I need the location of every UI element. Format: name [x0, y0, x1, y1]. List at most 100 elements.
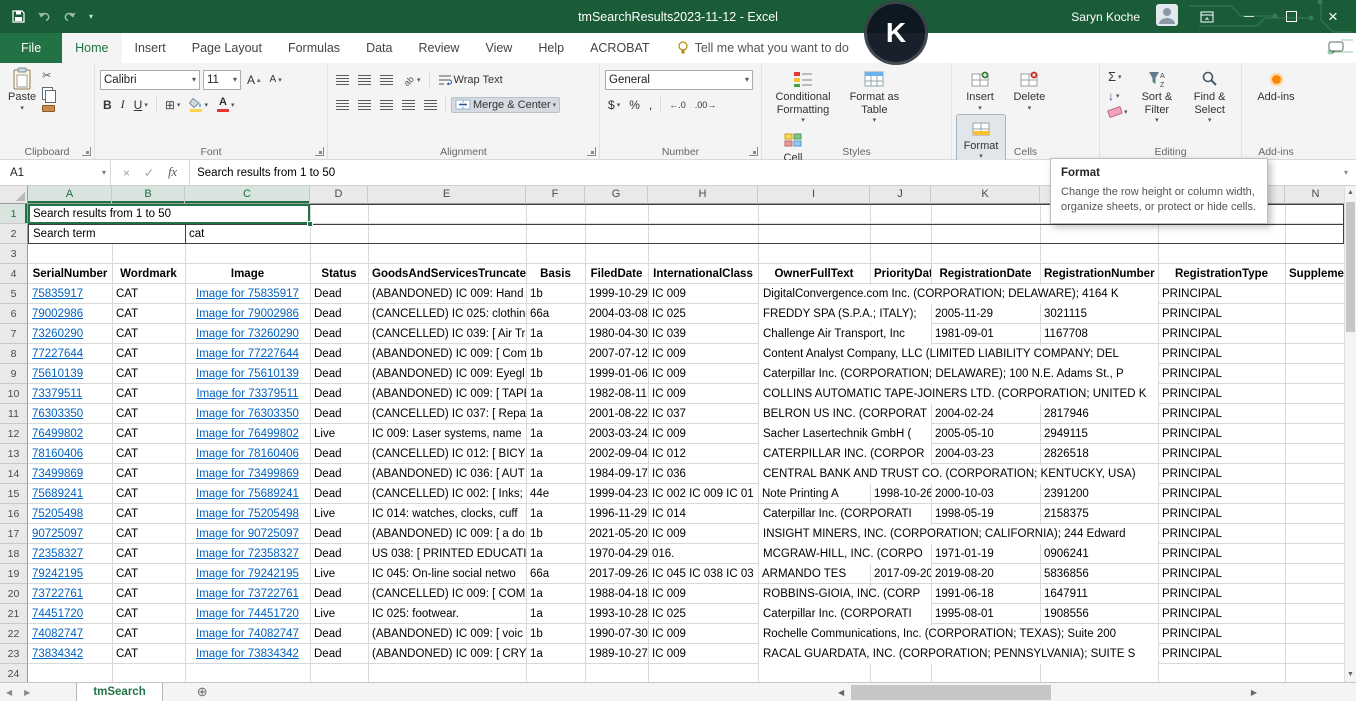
cell-H19[interactable]: IC 045 IC 038 IC 03 — [648, 564, 758, 584]
cell-M7[interactable]: PRINCIPAL — [1158, 324, 1285, 344]
cell-link-C17[interactable]: Image for 90725097 — [185, 524, 310, 544]
borders-button[interactable]: ⊞ ▾ — [162, 97, 184, 113]
cell-G21[interactable]: 1993-10-28 — [585, 604, 648, 624]
number-format-select[interactable]: General ▾ — [605, 69, 753, 90]
cell-C4[interactable]: Image — [185, 264, 310, 284]
cell-E6[interactable]: (CANCELLED) IC 025: clothing — [368, 304, 526, 324]
cell-E14[interactable]: (ABANDONED) IC 036: [ AUT — [368, 464, 526, 484]
decrease-indent-button[interactable] — [399, 99, 418, 111]
font-color-button[interactable]: A ▾ — [214, 96, 238, 113]
row-header-12[interactable]: 12 — [0, 424, 28, 444]
scroll-down-button[interactable]: ▼ — [1345, 668, 1356, 682]
comment-icon[interactable] — [1328, 33, 1356, 63]
row-header-2[interactable]: 2 — [0, 224, 28, 244]
cell-F22[interactable]: 1b — [526, 624, 585, 644]
cell-H14[interactable]: IC 036 — [648, 464, 758, 484]
cell-F15[interactable]: 44e — [526, 484, 585, 504]
formula-bar-expand-button[interactable]: ▾ — [1336, 160, 1356, 185]
cell-link-C13[interactable]: Image for 78160406 — [185, 444, 310, 464]
cell-G7[interactable]: 1980-04-30 — [585, 324, 648, 344]
cell-M5[interactable]: PRINCIPAL — [1158, 284, 1285, 304]
cell-G12[interactable]: 2003-03-24 — [585, 424, 648, 444]
align-right-button[interactable] — [377, 99, 396, 111]
cell-link-C23[interactable]: Image for 73834342 — [185, 644, 310, 664]
cell-E18[interactable]: US 038: [ PRINTED EDUCATIO — [368, 544, 526, 564]
cell-link-A22[interactable]: 74082747 — [28, 624, 112, 644]
cell-link-A5[interactable]: 75835917 — [28, 284, 112, 304]
column-header-J[interactable]: J — [870, 186, 931, 204]
cell-I13[interactable]: CATERPILLAR INC. (CORPOR — [759, 445, 931, 464]
name-box[interactable]: A1 ▾ — [0, 160, 111, 185]
cell-M17[interactable]: PRINCIPAL — [1158, 524, 1285, 544]
row-header-24[interactable]: 24 — [0, 664, 28, 682]
cell-L12[interactable]: 2949115 — [1040, 424, 1158, 444]
cell-D12[interactable]: Live — [310, 424, 368, 444]
cell-H12[interactable]: IC 009 — [648, 424, 758, 444]
cell-D14[interactable]: Dead — [310, 464, 368, 484]
row-header-14[interactable]: 14 — [0, 464, 28, 484]
insert-cells-button[interactable]: Insert ▾ — [957, 66, 1003, 115]
cell-G18[interactable]: 1970-04-29 — [585, 544, 648, 564]
cell-D5[interactable]: Dead — [310, 284, 368, 304]
cell-K13[interactable]: 2004-03-23 — [931, 444, 1040, 464]
cell-B7[interactable]: CAT — [112, 324, 185, 344]
cell-K7[interactable]: 1981-09-01 — [931, 324, 1040, 344]
cell-K21[interactable]: 1995-08-01 — [931, 604, 1040, 624]
cell-E8[interactable]: (ABANDONED) IC 009: [ Com — [368, 344, 526, 364]
column-header-F[interactable]: F — [526, 186, 585, 204]
cell-D20[interactable]: Dead — [310, 584, 368, 604]
cell-C2[interactable]: cat — [185, 224, 310, 244]
cell-H18[interactable]: 016. — [648, 544, 758, 564]
clear-button[interactable]: ▾ — [1105, 105, 1131, 119]
cell-L11[interactable]: 2817946 — [1040, 404, 1158, 424]
cell-link-C5[interactable]: Image for 75835917 — [185, 284, 310, 304]
copy-button[interactable] — [39, 86, 58, 103]
cell-D7[interactable]: Dead — [310, 324, 368, 344]
row-header-6[interactable]: 6 — [0, 304, 28, 324]
cell-B5[interactable]: CAT — [112, 284, 185, 304]
cell-link-A21[interactable]: 74451720 — [28, 604, 112, 624]
column-header-E[interactable]: E — [368, 186, 526, 204]
row-header-17[interactable]: 17 — [0, 524, 28, 544]
cell-J4[interactable]: PriorityDate — [870, 264, 931, 284]
row-header-15[interactable]: 15 — [0, 484, 28, 504]
cell-J15[interactable]: 1998-10-26 — [870, 484, 931, 504]
cell-B19[interactable]: CAT — [112, 564, 185, 584]
comma-style-button[interactable]: , — [646, 97, 655, 113]
cell-E12[interactable]: IC 009: Laser systems, name — [368, 424, 526, 444]
sheet-nav-left-button[interactable]: ◀ — [0, 688, 18, 697]
undo-button[interactable] — [37, 11, 51, 22]
row-header-19[interactable]: 19 — [0, 564, 28, 584]
row-header-18[interactable]: 18 — [0, 544, 28, 564]
cell-G17[interactable]: 2021-05-20 — [585, 524, 648, 544]
column-header-N[interactable]: N — [1285, 186, 1344, 204]
decrease-font-size-button[interactable]: A ▾ — [267, 73, 285, 86]
row-header-7[interactable]: 7 — [0, 324, 28, 344]
cell-K6[interactable]: 2005-11-29 — [931, 304, 1040, 324]
cell-K4[interactable]: RegistrationDate — [931, 264, 1040, 284]
cell-H16[interactable]: IC 014 — [648, 504, 758, 524]
paste-button[interactable]: Paste ▾ — [5, 66, 39, 115]
cut-button[interactable]: ✂ — [39, 68, 58, 83]
alignment-dialog-launcher[interactable] — [587, 147, 596, 156]
cell-E23[interactable]: (ABANDONED) IC 009: [ CRYP — [368, 644, 526, 664]
cell-K15[interactable]: 2000-10-03 — [931, 484, 1040, 504]
cell-link-C14[interactable]: Image for 73499869 — [185, 464, 310, 484]
cell-H10[interactable]: IC 009 — [648, 384, 758, 404]
row-header-20[interactable]: 20 — [0, 584, 28, 604]
cell-M20[interactable]: PRINCIPAL — [1158, 584, 1285, 604]
cell-B23[interactable]: CAT — [112, 644, 185, 664]
sort-filter-button[interactable]: AZ Sort & Filter ▾ — [1131, 66, 1184, 144]
fill-button[interactable]: ↓ ▾ — [1105, 88, 1131, 104]
cell-M23[interactable]: PRINCIPAL — [1158, 644, 1285, 664]
cell-M22[interactable]: PRINCIPAL — [1158, 624, 1285, 644]
sheet-nav-right-button[interactable]: ▶ — [18, 688, 36, 697]
cell-I11[interactable]: BELRON US INC. (CORPORAT — [759, 405, 931, 424]
cell-K18[interactable]: 1971-01-19 — [931, 544, 1040, 564]
cell-link-A6[interactable]: 79002986 — [28, 304, 112, 324]
cell-M6[interactable]: PRINCIPAL — [1158, 304, 1285, 324]
cell-B14[interactable]: CAT — [112, 464, 185, 484]
cell-link-A16[interactable]: 75205498 — [28, 504, 112, 524]
cell-E9[interactable]: (ABANDONED) IC 009: Eyegl — [368, 364, 526, 384]
align-top-button[interactable] — [333, 74, 352, 86]
